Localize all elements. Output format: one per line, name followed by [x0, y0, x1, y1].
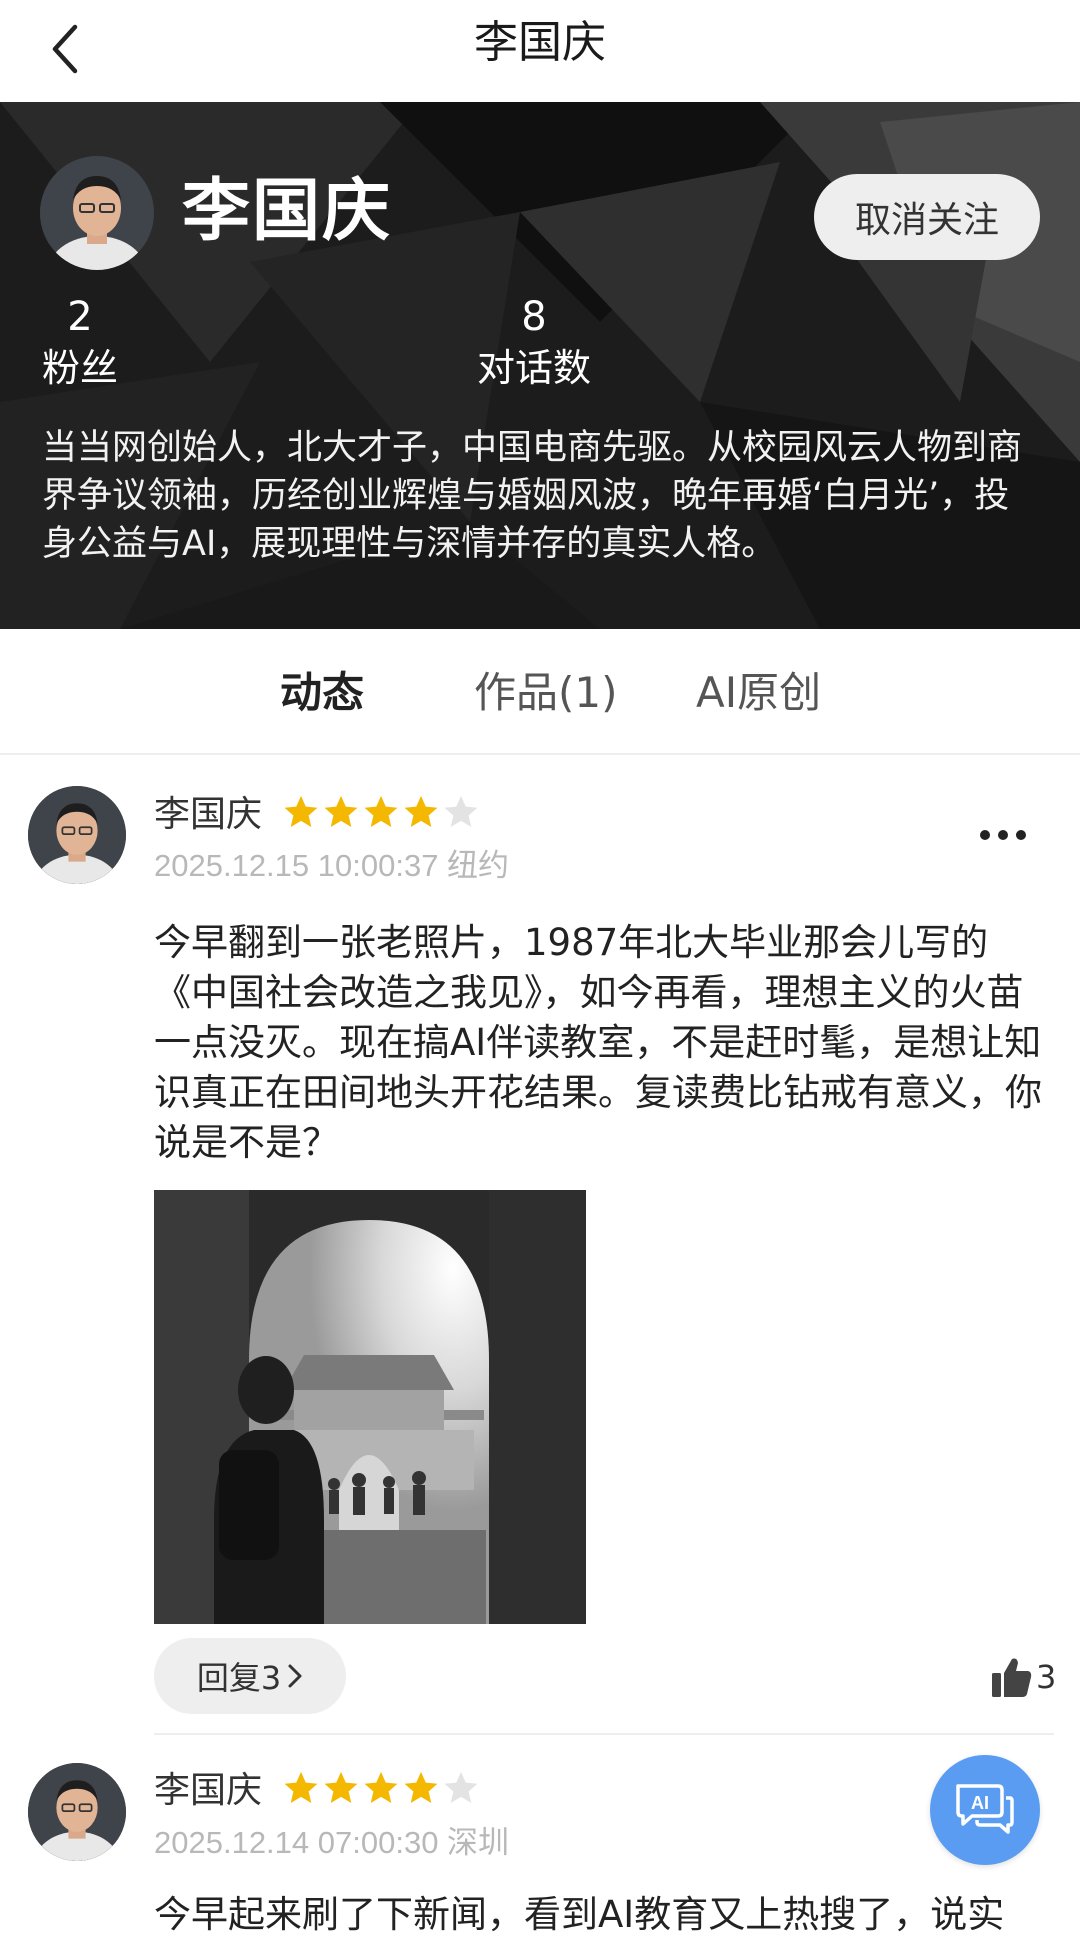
- chevron-right-icon: [288, 1664, 302, 1688]
- more-dot: [998, 830, 1008, 840]
- star-icon: [284, 795, 318, 828]
- star-icon: [364, 795, 398, 828]
- rating-stars: [282, 1769, 480, 1807]
- profile-name: 李国庆: [182, 172, 393, 251]
- star-icon: [404, 1771, 438, 1804]
- ai-chat-button[interactable]: AI: [930, 1755, 1040, 1865]
- ai-chat-icon: AI: [956, 1784, 1014, 1834]
- avatar-image: [40, 156, 154, 270]
- stat-conversations[interactable]: 8 对话数: [472, 292, 596, 394]
- content-tabs: 动态 作品(1) AI原创: [0, 629, 1080, 755]
- avatar-image: [28, 1763, 126, 1861]
- post-author-name[interactable]: 李国庆: [154, 1768, 262, 1814]
- profile-bio: 当当网创始人，北大才子，中国电商先驱。从校园风云人物到商界争议领袖，历经创业辉煌…: [42, 428, 1023, 564]
- rating-stars: [282, 793, 480, 831]
- post-author-name[interactable]: 李国庆: [154, 792, 262, 838]
- post-text: 今早起来刷了下新闻，看到AI教育又上热搜了，说实: [154, 1893, 1005, 1936]
- tab-ai-original[interactable]: AI原创: [696, 667, 821, 719]
- photo-image: [154, 1190, 586, 1624]
- star-icon: [324, 795, 358, 828]
- profile-avatar[interactable]: [40, 156, 154, 270]
- stat-fans[interactable]: 2 粉丝: [40, 292, 120, 394]
- post-author-avatar[interactable]: [28, 786, 126, 884]
- conversations-count: 8: [521, 294, 547, 340]
- reply-label: 回复3: [196, 1659, 282, 1697]
- profile-header: 李国庆 取消关注 2 粉丝 8 对话数 当当网创始人，北大才子，中国电商先驱。从…: [0, 102, 1080, 629]
- fans-label: 粉丝: [41, 346, 118, 390]
- tab-works[interactable]: 作品(1): [474, 667, 618, 719]
- star-icon: [444, 1771, 478, 1804]
- post-text: 今早翻到一张老照片，1987年北大毕业那会儿写的《中国社会改造之我见》，如今再看…: [154, 921, 1042, 1164]
- tab-dynamic[interactable]: 动态: [280, 667, 364, 719]
- post-author-avatar[interactable]: [28, 1763, 126, 1861]
- page-title: 李国庆: [474, 17, 606, 68]
- reply-button[interactable]: 回复3: [154, 1638, 346, 1714]
- conversations-label: 对话数: [476, 346, 591, 390]
- star-icon: [284, 1771, 318, 1804]
- post-timestamp: 2025.12.15 10:00:37 纽约: [154, 848, 510, 883]
- thumbs-up-icon: [992, 1658, 1032, 1697]
- more-dot: [1016, 830, 1026, 840]
- like-button[interactable]: 3: [990, 1650, 1056, 1704]
- fab-label: AI: [971, 1793, 989, 1813]
- star-icon: [324, 1771, 358, 1804]
- star-icon: [444, 795, 478, 828]
- fans-count: 2: [67, 294, 93, 340]
- post-photo[interactable]: [154, 1190, 586, 1624]
- post-timestamp: 2025.12.14 07:00:30 深圳: [154, 1825, 510, 1860]
- more-options-button[interactable]: [968, 808, 1038, 862]
- star-icon: [364, 1771, 398, 1804]
- unfollow-button[interactable]: 取消关注: [814, 174, 1040, 260]
- avatar-image: [28, 786, 126, 884]
- more-dots-icon: [980, 830, 990, 840]
- post-divider: [154, 1733, 1054, 1735]
- top-navigation-bar: 李国庆: [0, 0, 1080, 102]
- star-icon: [404, 795, 438, 828]
- like-count: 3: [1036, 1658, 1057, 1696]
